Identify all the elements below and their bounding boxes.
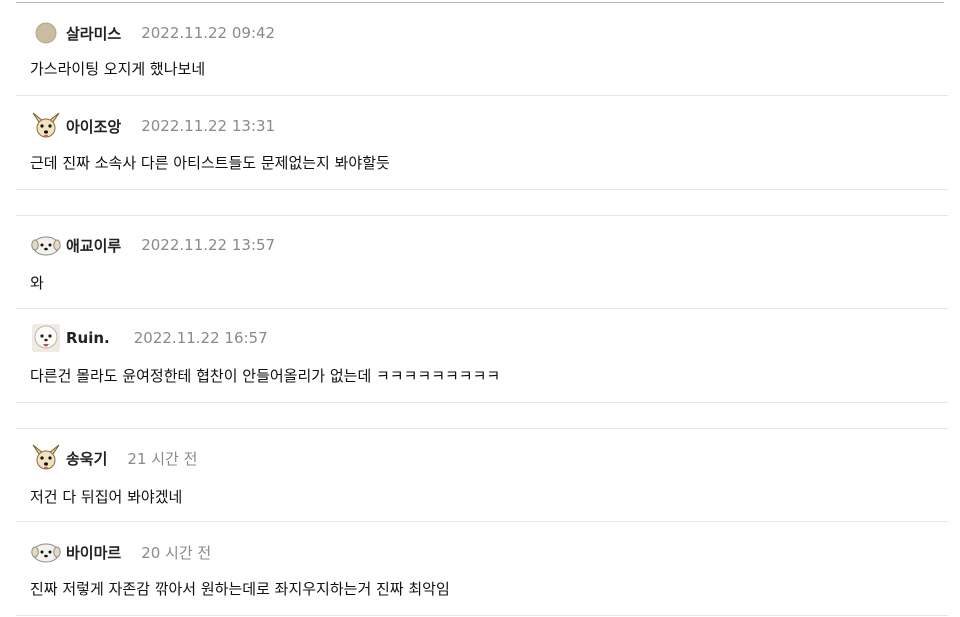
comment-text: 다른건 몰라도 윤여정한테 협찬이 안들어올리가 없는데 ㅋㅋㅋㅋㅋㅋㅋㅋㅋ [30, 367, 501, 385]
chihuahua-icon[interactable] [30, 442, 62, 474]
dot-icon[interactable] [30, 17, 62, 49]
comment-nickname[interactable]: Ruin. [66, 329, 110, 347]
comment-date: 21 시간 전 [127, 449, 198, 468]
comment-date: 20 시간 전 [141, 543, 212, 562]
comment-header: 애교이루 2022.11.22 13:57 [30, 232, 275, 258]
comment-nickname[interactable]: 송욱기 [66, 448, 107, 469]
chihuahua-icon[interactable] [30, 110, 62, 142]
comment-date: 2022.11.22 16:57 [133, 329, 268, 347]
comment-item: 애교이루 2022.11.22 13:57 와 [16, 215, 948, 309]
comment-nickname[interactable]: 애교이루 [66, 235, 121, 256]
comment-header: 살라미스 2022.11.22 09:42 [30, 20, 275, 46]
comment-header: 바이마르 20 시간 전 [30, 539, 211, 565]
maltese-icon[interactable] [30, 229, 62, 261]
comment-nickname[interactable]: 살라미스 [66, 23, 121, 44]
comment-header: 아이조앙 2022.11.22 13:31 [30, 110, 276, 142]
comment-text: 근데 진짜 소속사 다른 아티스트들도 문제없는지 봐야할듯 [30, 154, 390, 172]
comment-nickname[interactable]: 아이조앙 [66, 116, 121, 137]
comment-item: 살라미스 2022.11.22 09:42 가스라이팅 오지게 했나보네 [16, 3, 948, 96]
comment-item: 아이조앙 2022.11.22 13:31 근데 진짜 소속사 다른 아티스트들… [16, 96, 948, 190]
comment-text: 저건 다 뒤집어 봐야겠네 [30, 488, 183, 506]
comment-date: 2022.11.22 13:57 [141, 236, 276, 254]
comment-text: 와 [30, 274, 44, 292]
comment-header: 송욱기 21 시간 전 [30, 442, 198, 474]
maltese-icon[interactable] [30, 536, 62, 568]
comment-item: 바이마르 20 시간 전 진짜 저렇게 자존감 깎아서 원하는데로 좌지우지하는… [16, 522, 948, 616]
comment-date: 2022.11.22 13:31 [141, 117, 276, 135]
comment-nickname[interactable]: 바이마르 [66, 542, 121, 563]
comment-item: Ruin. 2022.11.22 16:57 다른건 몰라도 윤여정한테 협찬이… [16, 309, 948, 403]
comment-date: 2022.11.22 09:42 [141, 24, 276, 42]
bichon-icon[interactable] [30, 322, 62, 354]
comment-item: 송욱기 21 시간 전 저건 다 뒤집어 봐야겠네 [16, 428, 948, 522]
comment-header: Ruin. 2022.11.22 16:57 [30, 322, 268, 354]
comment-text: 가스라이팅 오지게 했나보네 [30, 60, 206, 78]
comment-text: 진짜 저렇게 자존감 깎아서 원하는데로 좌지우지하는거 진짜 최악임 [30, 580, 450, 598]
